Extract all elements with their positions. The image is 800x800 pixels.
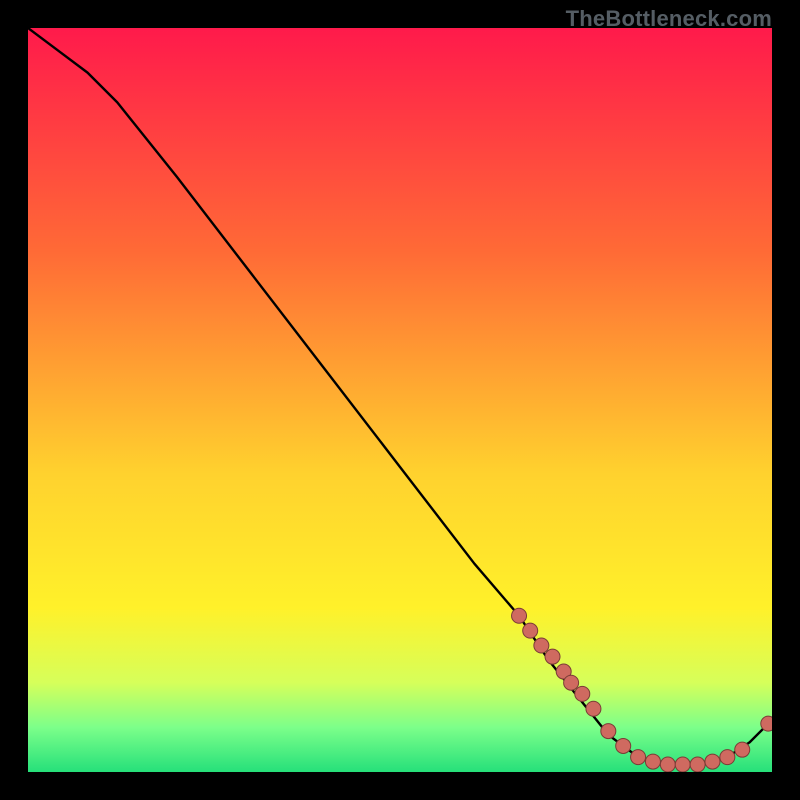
plot-area (28, 28, 772, 772)
chart-stage: TheBottleneck.com (0, 0, 800, 800)
plot-svg (28, 28, 772, 772)
